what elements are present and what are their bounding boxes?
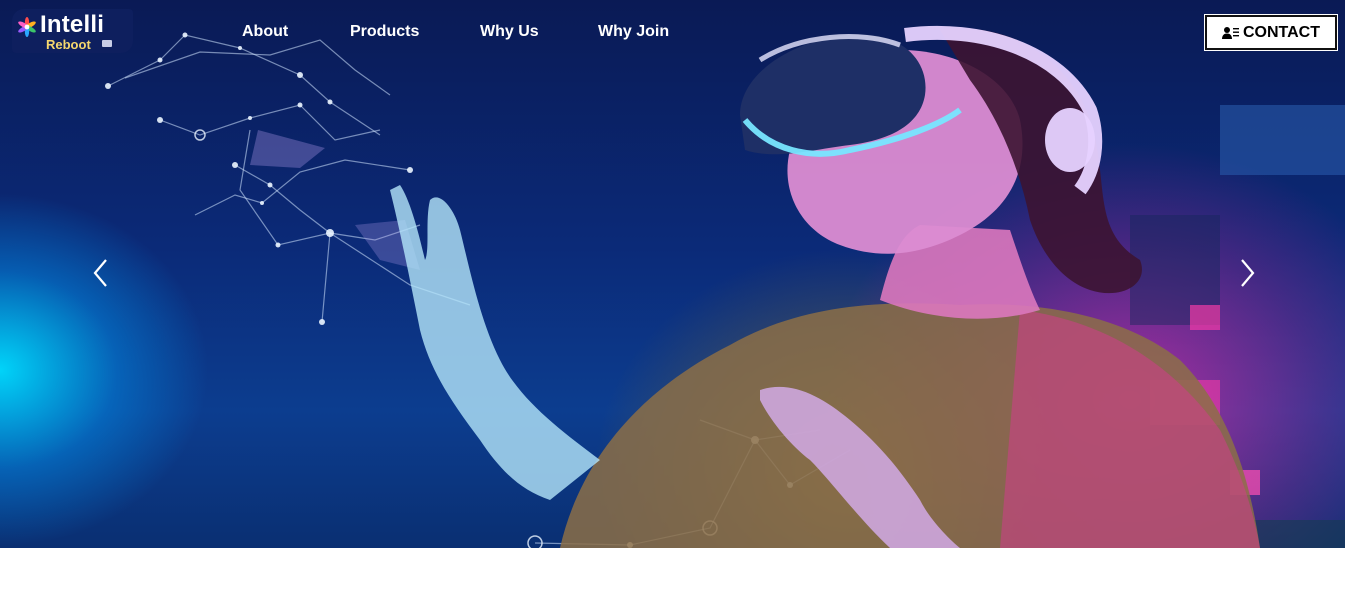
user-icon xyxy=(1221,26,1239,39)
contact-button[interactable]: CONTACT xyxy=(1204,14,1338,51)
carousel-next-button[interactable] xyxy=(1236,256,1258,290)
nav-products[interactable]: Products xyxy=(350,23,419,41)
nav-why-us[interactable]: Why Us xyxy=(480,23,539,41)
brand-logo[interactable]: Intelli Reboot xyxy=(12,9,133,53)
nav-why-join[interactable]: Why Join xyxy=(598,23,669,41)
hero-image xyxy=(105,25,1345,548)
flower-icon xyxy=(18,17,36,37)
nav-about[interactable]: About xyxy=(242,23,288,41)
contact-label: CONTACT xyxy=(1242,23,1321,41)
brand-name: Intelli xyxy=(40,11,105,38)
brand-tagline: Reboot xyxy=(46,37,91,52)
chevron-left-icon xyxy=(93,259,107,287)
hero-banner xyxy=(0,0,1345,548)
carousel-prev-button[interactable] xyxy=(90,256,112,290)
chevron-right-icon xyxy=(1241,259,1255,287)
flag-icon xyxy=(102,40,112,47)
